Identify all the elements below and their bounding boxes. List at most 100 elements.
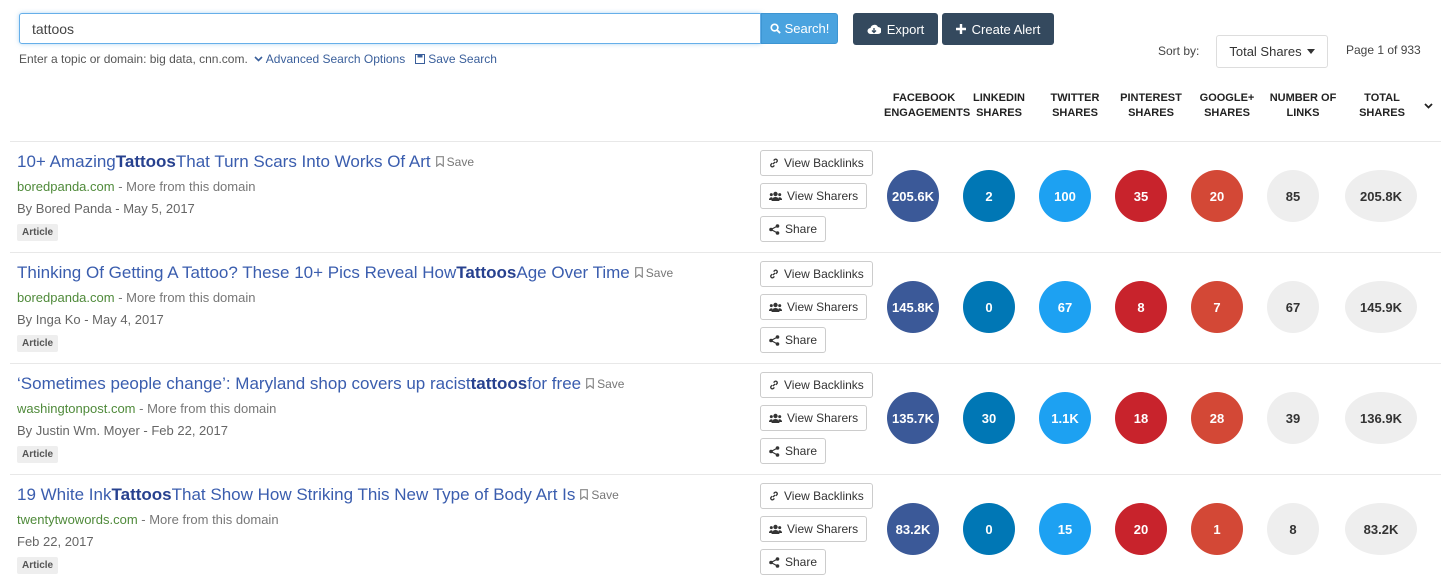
result-row: 19 White Ink Tattoos That Show How Strik… [10,474,1441,585]
column-header-line: NUMBER OF [1269,92,1337,104]
bookmark-icon [586,378,595,389]
column-header-line: SHARES [976,107,1022,119]
author-date: By Bored Panda - May 5, 2017 [17,201,195,216]
view-sharers-button[interactable]: View Sharers [760,294,868,320]
search-button[interactable]: Search! [761,13,838,44]
more-from-domain-link[interactable]: - More from this domain [118,179,255,194]
export-button[interactable]: Export [853,13,938,45]
content-type-badge: Article [17,557,59,574]
result-title-link[interactable]: 10+ Amazing Tattoos That Turn Scars Into… [17,152,474,172]
view-backlinks-button[interactable]: View Backlinks [760,483,873,509]
advanced-search-link[interactable]: Advanced Search Options [254,52,405,66]
title-text: Age Over Time [516,263,630,282]
sort-label: Sort by: [1158,44,1200,58]
column-header-links[interactable]: NUMBER OF LINKS [1263,91,1343,121]
view-backlinks-button[interactable]: View Backlinks [760,372,873,398]
google-plus-shares: 28 [1191,392,1243,444]
more-from-domain-link[interactable]: - More from this domain [139,401,276,416]
column-header-line: FACEBOOK [892,92,956,104]
view-sharers-label: View Sharers [787,189,859,203]
users-icon [769,191,782,201]
column-header-linkedin[interactable]: LINKEDIN SHARES [959,91,1039,121]
search-hint-text: Enter a topic or domain: big data, cnn.c… [19,52,248,66]
author-date: By Inga Ko - May 4, 2017 [17,312,164,327]
create-alert-button[interactable]: Create Alert [942,13,1054,45]
view-backlinks-label: View Backlinks [784,378,864,392]
domain-link[interactable]: boredpanda.com [17,290,115,305]
users-icon [769,302,782,312]
advanced-search-label: Advanced Search Options [265,52,406,66]
sort-selected: Total Shares [1229,44,1302,59]
result-row: ‘Sometimes people change’: Maryland shop… [10,363,1441,474]
save-button[interactable]: Save [586,377,624,391]
result-title-link[interactable]: Thinking Of Getting A Tattoo? These 10+ … [17,263,673,283]
column-header-google[interactable]: GOOGLE+ SHARES [1187,91,1267,121]
pinterest-shares: 18 [1115,392,1167,444]
plus-icon [955,24,966,34]
domain-line: twentytwowords.com - More from this doma… [17,512,279,527]
column-header-line: SHARES [1052,107,1098,119]
google-plus-shares: 20 [1191,170,1243,222]
view-sharers-button[interactable]: View Sharers [760,183,868,209]
pagination-info: Page 1 of 933 [1346,43,1421,57]
title-text: ‘Sometimes people change’: Maryland shop… [17,374,471,393]
view-backlinks-button[interactable]: View Backlinks [760,261,873,287]
domain-line: washingtonpost.com - More from this doma… [17,401,276,416]
share-button[interactable]: Share [760,438,827,464]
column-header-line: PINTEREST [1120,92,1182,104]
view-sharers-label: View Sharers [787,522,859,536]
view-sharers-label: View Sharers [787,300,859,314]
title-keyword: Tattoos [115,152,176,171]
search-button-label: Search! [784,21,830,36]
share-icon [769,223,780,235]
view-sharers-button[interactable]: View Sharers [760,405,868,431]
column-header-twitter[interactable]: TWITTER SHARES [1035,91,1115,121]
total-shares: 136.9K [1345,392,1417,444]
view-backlinks-label: View Backlinks [784,489,864,503]
bookmark-icon [634,267,643,278]
save-search-label: Save Search [428,52,497,66]
sort-dropdown[interactable]: Total Shares [1216,35,1328,68]
save-label: Save [446,154,475,169]
save-button[interactable]: Save [435,154,475,169]
column-header-line: TWITTER [1050,92,1100,104]
save-search-link[interactable]: Save Search [415,52,497,66]
twitter-shares: 1.1K [1039,392,1091,444]
number-of-links: 67 [1267,281,1319,333]
more-from-domain-link[interactable]: - More from this domain [118,290,255,305]
result-title-link[interactable]: 19 White Ink Tattoos That Show How Strik… [17,485,619,505]
domain-link[interactable]: twentytwowords.com [17,512,138,527]
column-header-line: GOOGLE+ [1199,92,1255,104]
twitter-shares: 67 [1039,281,1091,333]
view-backlinks-label: View Backlinks [784,156,864,170]
view-backlinks-button[interactable]: View Backlinks [760,150,873,176]
link-icon [769,158,779,168]
save-button[interactable]: Save [634,266,673,280]
column-header-total[interactable]: TOTAL SHARES [1343,91,1433,121]
facebook-engagements: 135.7K [887,392,939,444]
twitter-shares: 100 [1039,170,1091,222]
domain-link[interactable]: washingtonpost.com [17,401,136,416]
share-button[interactable]: Share [760,216,827,242]
google-plus-shares: 7 [1191,281,1243,333]
author-date: Feb 22, 2017 [17,534,94,549]
column-header-pinterest[interactable]: PINTEREST SHARES [1111,91,1191,121]
column-header-facebook[interactable]: FACEBOOK ENGAGEMENTS [884,91,971,121]
result-title-link[interactable]: ‘Sometimes people change’: Maryland shop… [17,374,624,394]
author-date: By Justin Wm. Moyer - Feb 22, 2017 [17,423,228,438]
domain-link[interactable]: boredpanda.com [17,179,115,194]
save-button[interactable]: Save [580,488,619,502]
column-header-line: TOTAL SHARES [1359,92,1405,119]
view-sharers-button[interactable]: View Sharers [760,516,868,542]
total-shares: 205.8K [1345,170,1417,222]
pinterest-shares: 8 [1115,281,1167,333]
share-button[interactable]: Share [760,327,827,353]
content-type-badge: Article [17,224,59,241]
column-header-line: ENGAGEMENTS [884,107,971,119]
more-from-domain-link[interactable]: - More from this domain [141,512,278,527]
share-button[interactable]: Share [760,549,827,575]
linkedin-shares: 0 [963,281,1015,333]
total-shares: 83.2K [1345,503,1417,555]
title-text: That Turn Scars Into Works Of Art [175,152,431,171]
search-input[interactable] [19,13,761,44]
